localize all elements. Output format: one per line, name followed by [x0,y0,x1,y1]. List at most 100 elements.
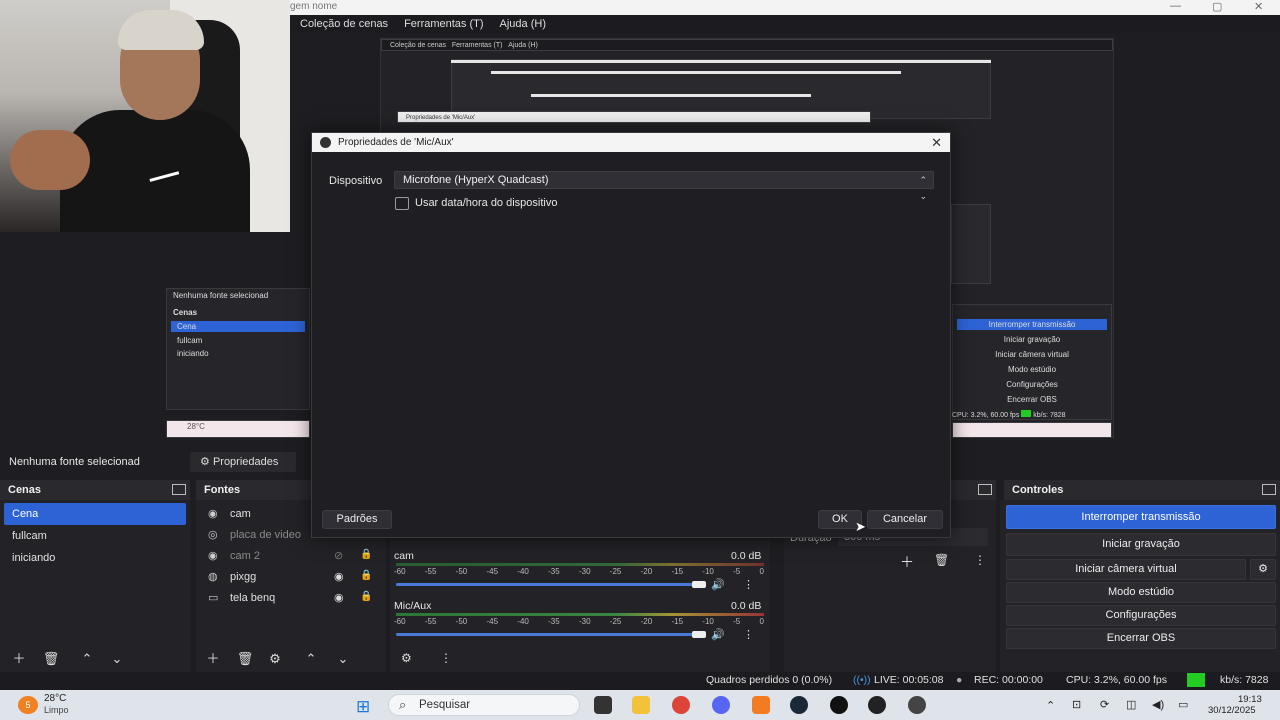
sync-icon[interactable]: ⟳ [1100,698,1109,711]
virtual-camera-settings-button[interactable]: ⚙ [1250,559,1276,580]
obs-logo-icon [320,137,331,148]
nested-bar [491,71,901,74]
cancel-button[interactable]: Cancelar [867,510,943,529]
app-icon[interactable] [830,696,848,714]
search-box[interactable]: ⌕ Pesquisar [388,694,580,716]
sources-toolbar: ＋ 🗑 ⚙ ⌃ ⌄ [196,646,386,672]
settings-button[interactable]: Configurações [1006,605,1276,626]
maximize-button[interactable]: ▢ [1212,0,1222,13]
volume-knob[interactable] [692,581,706,588]
nested-bar [451,60,991,63]
scene-item[interactable]: iniciando [4,547,186,569]
mouse-cursor-icon: ➤ [855,519,866,534]
undock-icon[interactable] [172,484,186,495]
settings-icon[interactable] [908,696,926,714]
kebab-menu-icon[interactable]: ⋮ [743,578,754,591]
chevron-up-icon[interactable]: ⌃ [1046,699,1055,712]
obs-icon[interactable] [868,696,886,714]
undock-icon[interactable] [978,484,992,495]
dialog-titlebar: Propriedades de 'Mic/Aux' ✕ [312,133,950,152]
app-icon[interactable] [752,696,770,714]
move-up-button[interactable]: ⌃ [300,650,322,668]
weather-icon[interactable]: 5 [18,696,38,714]
source-item[interactable]: ◍ pixgg ◉ 🔒 [196,566,386,587]
camera-icon: ◉ [208,550,218,562]
close-window-button[interactable]: ✕ [1254,0,1263,13]
globe-icon: ◍ [208,571,218,583]
lock-icon[interactable]: 🔒 [360,570,372,581]
status-indicator [1187,673,1205,687]
scenes-dock-header: Cenas [0,480,190,500]
monitor-icon: ▭ [208,592,219,604]
menu-bar: Coleção de cenas Ferramentas (T) Ajuda (… [290,15,1280,33]
clock-time[interactable]: 19:13 [1238,694,1262,705]
lock-icon[interactable]: 🔒 [360,549,372,560]
start-virtual-camera-button[interactable]: Iniciar câmera virtual [1006,559,1246,580]
mixer-menu-icon[interactable]: ⋮ [440,651,452,665]
scene-item[interactable]: Cena [4,503,186,525]
remove-scene-button[interactable]: 🗑 [40,650,62,668]
eye-icon[interactable]: ◉ [334,591,344,604]
menu-help[interactable]: Ajuda (H) [500,18,546,30]
scene-item[interactable]: fullcam [4,525,186,547]
start-recording-button[interactable]: Iniciar gravação [1006,533,1276,556]
speaker-icon[interactable]: 🔊 [711,628,725,641]
menu-tools[interactable]: Ferramentas (T) [404,18,483,30]
clock-date[interactable]: 30/12/2025 [1208,705,1256,716]
source-settings-button[interactable]: ⚙ [264,650,286,668]
nested-window [451,59,991,119]
undock-icon[interactable] [1262,484,1276,495]
exit-button[interactable]: Encerrar OBS [1006,628,1276,649]
weather-temp: 28°C [44,693,67,704]
close-icon[interactable]: ✕ [931,133,942,152]
start-icon[interactable]: ⊞ [356,697,370,717]
volume-knob[interactable] [692,631,706,638]
remove-transition-button[interactable]: 🗑 [934,553,949,567]
live-time: LIVE: 00:05:08 [874,674,944,686]
cpu-stats: CPU: 3.2%, 60.00 fps [1066,674,1167,686]
add-source-button[interactable]: ＋ [202,650,224,668]
chevron-updown-icon: ⌃ ⌄ [919,175,927,201]
scenes-title: Cenas [8,484,42,496]
studio-mode-button[interactable]: Modo estúdio [1006,582,1276,603]
discord-icon[interactable] [712,696,730,714]
add-transition-button[interactable]: ＋ [900,552,914,572]
transition-menu-icon[interactable]: ⋮ [974,553,986,567]
mixer-settings-icon[interactable]: ⚙ [401,651,412,665]
rec-icon: ● [956,674,963,686]
move-down-button[interactable]: ⌄ [106,650,128,668]
controls-title: Controles [1012,484,1064,496]
source-item[interactable]: ▭ tela benq ◉ 🔒 [196,587,386,608]
volume-slider[interactable] [396,583,696,586]
kebab-menu-icon[interactable]: ⋮ [743,628,754,641]
network-icon[interactable]: ◫ [1126,698,1136,711]
scenes-list: Cena fullcam iniciando [0,500,190,646]
properties-button[interactable]: ⚙ Propriedades [190,452,296,472]
steam-icon[interactable] [790,696,808,714]
lock-icon[interactable]: 🔒 [360,591,372,602]
stop-streaming-button[interactable]: Interromper transmissão [1006,505,1276,529]
menu-scene-collection[interactable]: Coleção de cenas [300,18,388,30]
eye-hidden-icon[interactable]: ⊘ [334,549,343,562]
tray-icon[interactable]: ⊡ [1072,698,1081,711]
chrome-icon[interactable] [672,696,690,714]
move-down-button[interactable]: ⌄ [332,650,354,668]
device-select[interactable]: Microfone (HyperX Quadcast) ⌃ ⌄ [394,171,934,201]
use-device-timestamps-checkbox[interactable] [395,197,409,210]
add-scene-button[interactable]: ＋ [8,650,30,668]
eye-icon[interactable]: ◉ [334,570,344,583]
mixer-channel-db: 0.0 dB [731,600,762,612]
defaults-button[interactable]: Padrões [322,510,392,529]
task-view-icon[interactable] [594,696,612,714]
volume-slider[interactable] [396,633,696,636]
minimize-button[interactable]: — [1170,0,1181,12]
move-up-button[interactable]: ⌃ [76,650,98,668]
gear-icon: ⚙ [200,456,210,468]
speaker-icon[interactable]: 🔊 [711,578,725,591]
file-explorer-icon[interactable] [632,696,650,714]
remove-source-button[interactable]: 🗑 [234,650,256,668]
volume-icon[interactable]: ◀) [1152,698,1164,711]
battery-icon[interactable]: ▭ [1178,698,1188,711]
meter-ticks: -60 -55 -50 -45 -40 -35 -30 -25 -20 -15 -10 -5 0 [394,567,764,576]
source-item[interactable]: ◉ cam 2 ⊘ 🔒 [196,545,386,566]
